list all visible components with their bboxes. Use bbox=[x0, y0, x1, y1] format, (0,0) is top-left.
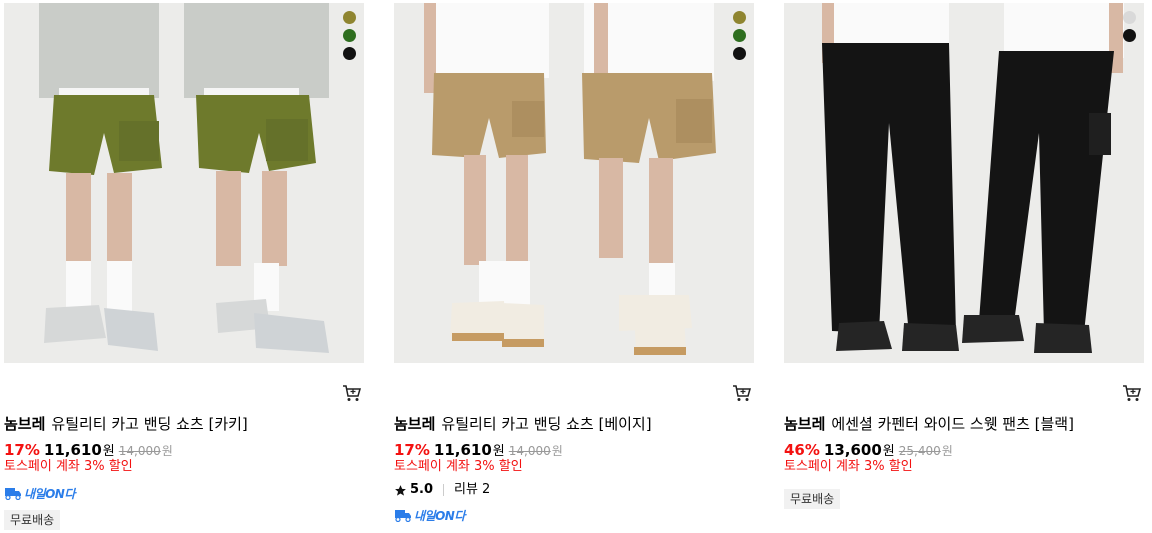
brand-name[interactable]: 놈브레 bbox=[784, 415, 825, 433]
promo-text: 토스페이 계좌 3% 할인 bbox=[4, 459, 133, 474]
sale-price: 13,600 bbox=[823, 441, 882, 459]
color-swatch[interactable] bbox=[343, 29, 356, 42]
cart-icon[interactable] bbox=[342, 383, 362, 403]
review-label: 리뷰 bbox=[454, 482, 478, 497]
star-icon bbox=[395, 484, 406, 496]
product-title[interactable]: 놈브레 유틸리티 카고 밴딩 쇼츠 [베이지] bbox=[394, 414, 652, 434]
discount-rate: 46% bbox=[784, 441, 820, 459]
discount-rate: 17% bbox=[394, 441, 430, 459]
review-count: 2 bbox=[481, 482, 491, 497]
delivery-badge: 내일ON다 bbox=[4, 485, 75, 501]
original-currency-unit: 원 bbox=[551, 444, 563, 458]
color-swatch[interactable] bbox=[733, 47, 746, 60]
product-image[interactable] bbox=[4, 3, 364, 363]
color-swatch[interactable] bbox=[1123, 11, 1136, 24]
delivery-truck-icon bbox=[395, 510, 411, 522]
rating-score: 5.0 bbox=[410, 482, 434, 497]
product-name[interactable]: 유틸리티 카고 밴딩 쇼츠 [카키] bbox=[51, 415, 247, 433]
product-card[interactable]: 놈브레 유틸리티 카고 밴딩 쇼츠 [베이지] 17% 11,610원 14,000원… bbox=[394, 0, 754, 533]
rating-row: 5.0 리뷰 2 bbox=[394, 481, 490, 499]
sale-price: 11,610 bbox=[43, 441, 102, 459]
product-title[interactable]: 놈브레 에센셜 카펜터 와이드 스웻 팬츠 [블랙] bbox=[784, 414, 1074, 434]
color-swatches bbox=[733, 11, 746, 60]
original-currency-unit: 원 bbox=[161, 444, 173, 458]
color-swatch[interactable] bbox=[733, 29, 746, 42]
brand-name[interactable]: 놈브레 bbox=[394, 415, 435, 433]
cart-icon[interactable] bbox=[732, 383, 752, 403]
promo-text: 토스페이 계좌 3% 할인 bbox=[784, 459, 913, 474]
color-swatch[interactable] bbox=[733, 11, 746, 24]
delivery-badge-label: 내일ON다 bbox=[414, 508, 465, 523]
currency-unit: 원 bbox=[492, 444, 505, 459]
color-swatch[interactable] bbox=[1123, 29, 1136, 42]
product-card[interactable]: 놈브레 유틸리티 카고 밴딩 쇼츠 [카키] 17% 11,610원 14,000원 … bbox=[4, 0, 364, 533]
original-price: 14,000 bbox=[508, 444, 551, 458]
rating-divider bbox=[443, 484, 445, 496]
product-image[interactable] bbox=[784, 3, 1144, 363]
original-currency-unit: 원 bbox=[941, 444, 953, 458]
product-photo-khaki-shorts bbox=[4, 3, 364, 363]
delivery-badge: 내일ON다 bbox=[394, 507, 465, 523]
cart-icon[interactable] bbox=[1122, 383, 1142, 403]
currency-unit: 원 bbox=[102, 444, 115, 459]
product-card[interactable]: 놈브레 에센셜 카펜터 와이드 스웻 팬츠 [블랙] 46% 13,600원 25,4… bbox=[784, 0, 1144, 533]
color-swatch[interactable] bbox=[343, 11, 356, 24]
discount-rate: 17% bbox=[4, 441, 40, 459]
sale-price: 11,610 bbox=[433, 441, 492, 459]
original-price: 25,400 bbox=[898, 444, 941, 458]
color-swatches bbox=[1123, 11, 1136, 42]
currency-unit: 원 bbox=[882, 444, 895, 459]
delivery-badge-label: 내일ON다 bbox=[24, 486, 75, 501]
product-photo-black-pants bbox=[784, 3, 1144, 363]
product-grid: 놈브레 유틸리티 카고 밴딩 쇼츠 [카키] 17% 11,610원 14,000원 … bbox=[0, 0, 1152, 533]
color-swatch[interactable] bbox=[343, 47, 356, 60]
brand-name[interactable]: 놈브레 bbox=[4, 415, 45, 433]
product-title[interactable]: 놈브레 유틸리티 카고 밴딩 쇼츠 [카키] bbox=[4, 414, 248, 434]
product-image[interactable] bbox=[394, 3, 754, 363]
product-name[interactable]: 에센셜 카펜터 와이드 스웻 팬츠 [블랙] bbox=[831, 415, 1074, 433]
free-shipping-tag: 무료배송 bbox=[784, 489, 841, 509]
free-shipping-tag: 무료배송 bbox=[4, 510, 61, 530]
delivery-truck-icon bbox=[5, 488, 21, 500]
promo-text: 토스페이 계좌 3% 할인 bbox=[394, 459, 523, 474]
color-swatches bbox=[343, 11, 356, 60]
product-photo-beige-shorts bbox=[394, 3, 754, 363]
product-name[interactable]: 유틸리티 카고 밴딩 쇼츠 [베이지] bbox=[441, 415, 651, 433]
original-price: 14,000 bbox=[118, 444, 161, 458]
